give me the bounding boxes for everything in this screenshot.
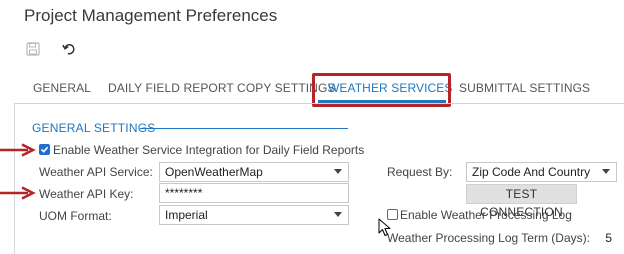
weather-api-key-input[interactable]: ********	[159, 183, 349, 203]
annotation-arrow-icon	[0, 186, 36, 200]
weather-processing-log-term-value[interactable]: 5	[580, 231, 612, 245]
annotation-highlight-box	[312, 73, 451, 107]
tab-submittal-settings[interactable]: SUBMITTAL SETTINGS	[459, 74, 590, 102]
checkmark-icon	[40, 146, 49, 153]
chevron-down-icon	[602, 169, 610, 174]
save-icon[interactable]	[24, 40, 42, 58]
request-by-label: Request By:	[387, 165, 453, 179]
weather-api-service-select[interactable]: OpenWeatherMap	[159, 162, 349, 182]
request-by-select[interactable]: Zip Code And Country	[466, 162, 617, 182]
uom-format-select[interactable]: Imperial	[159, 205, 349, 225]
enable-weather-processing-log-label: Enable Weather Processing Log	[400, 208, 572, 222]
section-title: GENERAL SETTINGS	[32, 121, 156, 135]
annotation-arrow-icon	[0, 143, 36, 157]
uom-format-label: UOM Format:	[39, 209, 112, 223]
page-title: Project Management Preferences	[24, 6, 278, 25]
undo-icon[interactable]	[60, 40, 78, 58]
chevron-down-icon	[334, 212, 342, 217]
weather-api-key-label: Weather API Key:	[39, 187, 134, 201]
section-underline	[140, 128, 348, 129]
weather-api-key-value: ********	[165, 186, 203, 200]
enable-weather-integration-checkbox[interactable]	[39, 144, 50, 155]
weather-processing-log-term-label: Weather Processing Log Term (Days):	[387, 231, 590, 245]
weather-api-service-label: Weather API Service:	[39, 165, 153, 179]
test-connection-button[interactable]: TEST CONNECTION	[466, 184, 577, 219]
request-by-value: Zip Code And Country	[472, 165, 591, 179]
content-border	[14, 104, 15, 254]
tab-daily-field-report-copy-settings[interactable]: DAILY FIELD REPORT COPY SETTINGS	[108, 74, 336, 102]
chevron-down-icon	[334, 169, 342, 174]
tab-general[interactable]: GENERAL	[33, 74, 91, 102]
weather-api-service-value: OpenWeatherMap	[165, 165, 263, 179]
uom-format-value: Imperial	[165, 208, 208, 222]
enable-weather-integration-label: Enable Weather Service Integration for D…	[53, 143, 365, 157]
tabs-divider	[14, 103, 624, 104]
mouse-cursor-icon	[378, 218, 391, 236]
